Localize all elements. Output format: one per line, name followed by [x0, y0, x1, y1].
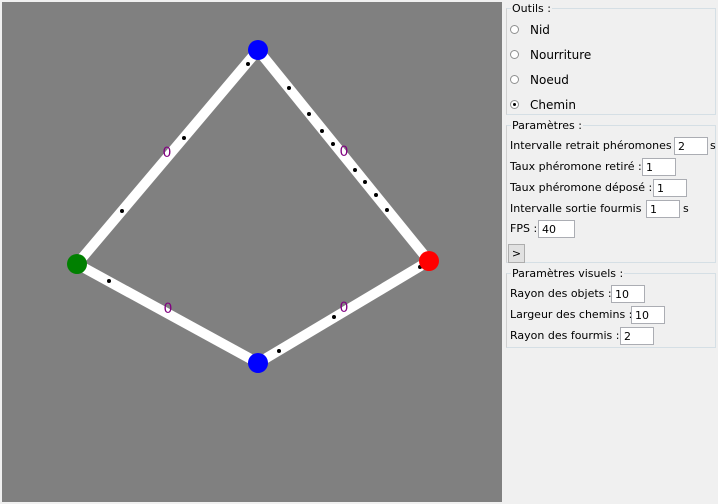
object-radius-label: Rayon des objets :: [510, 287, 612, 300]
ant-dot: [353, 168, 357, 172]
deposit-rate-input[interactable]: [653, 179, 687, 197]
withdraw-rate-label: Taux phéromone retiré :: [510, 160, 642, 173]
ant-dot: [331, 142, 335, 146]
radio-icon[interactable]: [510, 25, 519, 34]
pheromone-label: 0: [340, 300, 349, 316]
object-radius-input[interactable]: [611, 285, 645, 303]
tools-group: Outils : Nid Nourriture Noeud Chemin: [506, 2, 716, 115]
params-group: Paramètres : Intervalle retrait phéromon…: [506, 119, 716, 263]
deposit-rate-label: Taux phéromone déposé :: [510, 181, 653, 194]
simulation-drawing[interactable]: 0 0 0 0: [2, 2, 502, 502]
radio-selected-icon[interactable]: [510, 100, 519, 109]
ant-dot: [320, 129, 324, 133]
control-panel: Outils : Nid Nourriture Noeud Chemin Par…: [504, 0, 718, 504]
node-nest[interactable]: [67, 254, 87, 274]
withdraw-rate-input[interactable]: [642, 158, 676, 176]
ant-dot: [277, 349, 281, 353]
node-bottom[interactable]: [248, 353, 268, 373]
ant-interval-label: Intervalle sortie fourmis :: [510, 202, 649, 215]
withdraw-interval-unit: s: [710, 139, 716, 152]
path-width-row: Largeur des chemins :: [510, 306, 716, 324]
radio-icon[interactable]: [510, 75, 519, 84]
withdraw-interval-label: Intervalle retrait phéromones :: [510, 139, 679, 152]
ant-interval-row: Intervalle sortie fourmis : s: [510, 200, 716, 218]
fps-input[interactable]: [538, 220, 575, 238]
ant-dot: [182, 136, 186, 140]
fps-row: FPS :: [510, 220, 716, 238]
visual-params-group: Paramètres visuels : Rayon des objets : …: [506, 267, 716, 348]
ant-dot: [107, 279, 111, 283]
ant-dot: [246, 62, 250, 66]
ant-radius-label: Rayon des fourmis :: [510, 329, 620, 342]
ant-dot: [374, 193, 378, 197]
ant-dot: [287, 86, 291, 90]
tools-title: Outils :: [511, 2, 552, 15]
pheromone-label: 0: [164, 301, 173, 317]
pheromone-label: 0: [340, 144, 349, 160]
ant-dot: [332, 315, 336, 319]
path-width-input[interactable]: [631, 306, 665, 324]
withdraw-rate-row: Taux phéromone retiré :: [510, 158, 716, 176]
deposit-rate-row: Taux phéromone déposé :: [510, 179, 716, 197]
step-button[interactable]: >: [508, 244, 525, 263]
object-radius-row: Rayon des objets :: [510, 285, 716, 303]
ant-dot: [385, 208, 389, 212]
path-width-label: Largeur des chemins :: [510, 308, 633, 321]
ant-dot: [363, 180, 367, 184]
visual-params-title: Paramètres visuels :: [511, 267, 625, 280]
node-top[interactable]: [248, 40, 268, 60]
ant-radius-input[interactable]: [620, 327, 654, 345]
tool-label-nid: Nid: [530, 23, 550, 37]
pheromone-label: 0: [163, 145, 172, 161]
fps-label: FPS :: [510, 222, 538, 235]
ant-interval-input[interactable]: [646, 200, 680, 218]
tool-label-nourriture: Nourriture: [530, 48, 592, 62]
tool-label-chemin: Chemin: [530, 98, 576, 112]
ant-dot: [120, 209, 124, 213]
ant-interval-unit: s: [683, 202, 689, 215]
ant-dot: [307, 112, 311, 116]
tool-label-noeud: Noeud: [530, 73, 569, 87]
withdraw-interval-input[interactable]: [674, 137, 708, 155]
radio-icon[interactable]: [510, 50, 519, 59]
withdraw-interval-row: Intervalle retrait phéromones : s: [510, 137, 716, 155]
params-title: Paramètres :: [511, 119, 583, 132]
ant-radius-row: Rayon des fourmis :: [510, 327, 716, 345]
node-food[interactable]: [419, 251, 439, 271]
simulation-canvas[interactable]: 0 0 0 0: [2, 2, 502, 502]
